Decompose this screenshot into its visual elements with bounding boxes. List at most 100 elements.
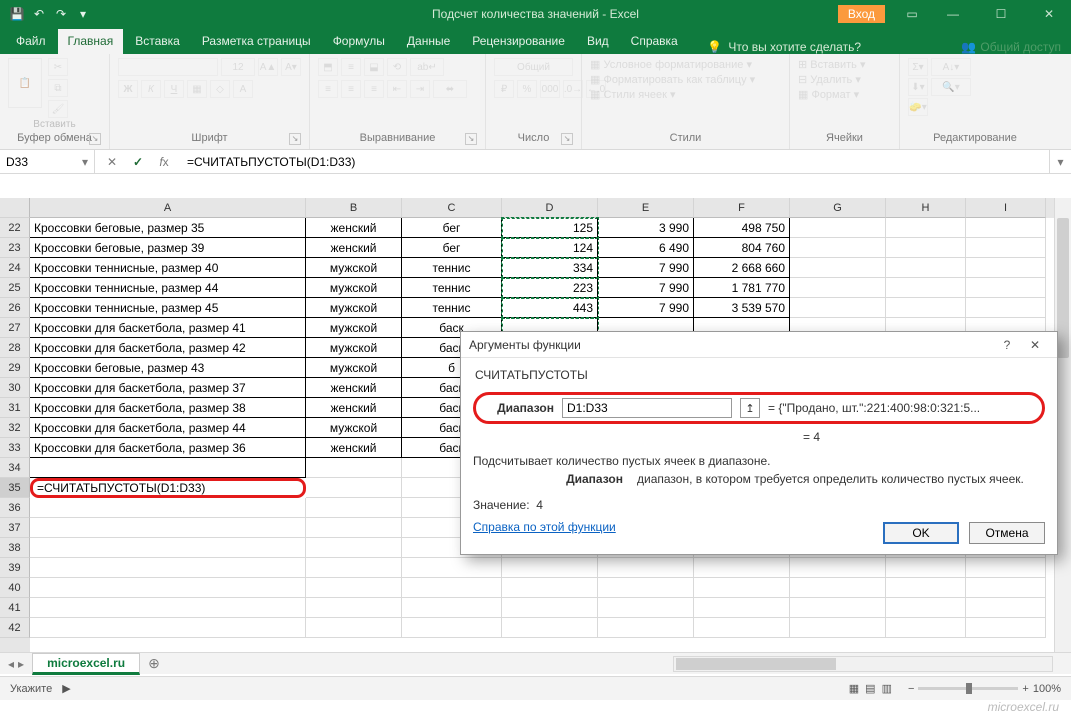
close-button[interactable]: ✕ xyxy=(1027,0,1071,28)
cell[interactable] xyxy=(886,278,966,298)
cell[interactable] xyxy=(966,598,1046,618)
cell[interactable] xyxy=(30,458,306,478)
delete-cells-button[interactable]: ⊟ Удалить ▾ xyxy=(798,73,861,86)
align-top-icon[interactable]: ⬒ xyxy=(318,58,338,76)
formula-input[interactable]: =СЧИТАТЬПУСТОТЫ(D1:D33) xyxy=(181,155,1041,169)
cell[interactable]: 223 xyxy=(502,278,598,298)
cell[interactable] xyxy=(694,618,790,638)
number-format-dropdown[interactable]: Общий xyxy=(494,58,573,76)
row-header[interactable]: 28 xyxy=(0,338,30,358)
cell[interactable] xyxy=(966,578,1046,598)
merge-center-icon[interactable]: ⬌ xyxy=(433,80,467,98)
page-layout-view-icon[interactable]: ▤ xyxy=(865,682,875,695)
collapse-dialog-icon[interactable]: ↥ xyxy=(740,398,760,418)
wrap-text-icon[interactable]: ab↵ xyxy=(410,58,444,76)
tab-formulas[interactable]: Формулы xyxy=(323,29,395,54)
cell[interactable]: теннис xyxy=(402,258,502,278)
cell[interactable]: мужской xyxy=(306,278,402,298)
italic-icon[interactable]: К xyxy=(141,80,161,98)
cell[interactable] xyxy=(30,578,306,598)
row-header[interactable]: 24 xyxy=(0,258,30,278)
active-formula-cell[interactable]: =СЧИТАТЬПУСТОТЫ(D1:D33) xyxy=(30,478,306,498)
cell[interactable] xyxy=(966,238,1046,258)
cell[interactable] xyxy=(790,578,886,598)
column-header[interactable]: C xyxy=(402,198,502,218)
row-header[interactable]: 22 xyxy=(0,218,30,238)
cell[interactable] xyxy=(502,558,598,578)
macro-record-icon[interactable]: ▶ xyxy=(62,682,70,695)
tab-review[interactable]: Рецензирование xyxy=(462,29,575,54)
align-middle-icon[interactable]: ≡ xyxy=(341,58,361,76)
sheet-nav-prev-icon[interactable]: ◂ xyxy=(8,657,14,671)
cell[interactable]: мужской xyxy=(306,338,402,358)
column-header[interactable]: G xyxy=(790,198,886,218)
cell[interactable] xyxy=(306,618,402,638)
cell[interactable]: 3 990 xyxy=(598,218,694,238)
copy-icon[interactable]: ⧉ xyxy=(48,79,68,97)
cell[interactable] xyxy=(790,278,886,298)
column-header[interactable]: E xyxy=(598,198,694,218)
cell[interactable] xyxy=(402,558,502,578)
decrease-indent-icon[interactable]: ⇤ xyxy=(387,80,407,98)
tab-data[interactable]: Данные xyxy=(397,29,460,54)
cell[interactable] xyxy=(30,518,306,538)
font-size-dropdown[interactable]: 12 xyxy=(221,58,255,76)
cell[interactable] xyxy=(502,578,598,598)
cell[interactable]: 334 xyxy=(502,258,598,278)
tab-insert[interactable]: Вставка xyxy=(125,29,190,54)
cell[interactable] xyxy=(886,578,966,598)
row-header[interactable]: 27 xyxy=(0,318,30,338)
cell[interactable]: 7 990 xyxy=(598,298,694,318)
cell[interactable] xyxy=(886,558,966,578)
page-break-view-icon[interactable]: ▥ xyxy=(882,682,892,695)
cell[interactable] xyxy=(402,578,502,598)
cut-icon[interactable]: ✂ xyxy=(48,58,68,76)
cell[interactable]: бег xyxy=(402,238,502,258)
zoom-control[interactable]: − + 100% xyxy=(908,683,1061,695)
sheet-nav-next-icon[interactable]: ▸ xyxy=(18,657,24,671)
expand-formula-bar-icon[interactable]: ▾ xyxy=(1049,150,1071,173)
tab-page-layout[interactable]: Разметка страницы xyxy=(192,29,321,54)
row-header[interactable]: 31 xyxy=(0,398,30,418)
cell[interactable]: Кроссовки для баскетбола, размер 37 xyxy=(30,378,306,398)
cell[interactable] xyxy=(402,598,502,618)
row-header[interactable]: 36 xyxy=(0,498,30,518)
dialog-cancel-button[interactable]: Отмена xyxy=(969,522,1045,544)
cell[interactable]: Кроссовки для баскетбола, размер 38 xyxy=(30,398,306,418)
find-select-icon[interactable]: 🔍▾ xyxy=(931,78,971,96)
cell[interactable] xyxy=(966,558,1046,578)
normal-view-icon[interactable]: ▦ xyxy=(849,682,859,695)
redo-icon[interactable]: ↷ xyxy=(52,5,70,23)
cell-styles-button[interactable]: ▦ Стили ячеек ▾ xyxy=(590,88,676,101)
cell[interactable] xyxy=(694,598,790,618)
cell[interactable] xyxy=(790,218,886,238)
maximize-button[interactable]: ☐ xyxy=(979,0,1023,28)
comma-format-icon[interactable]: 000 xyxy=(540,80,560,98)
increase-font-icon[interactable]: A▲ xyxy=(258,58,278,76)
horizontal-scrollbar[interactable] xyxy=(673,656,1053,672)
borders-icon[interactable]: ▦ xyxy=(187,80,207,98)
cell[interactable]: Кроссовки для баскетбола, размер 36 xyxy=(30,438,306,458)
cell[interactable] xyxy=(886,618,966,638)
cell[interactable] xyxy=(694,578,790,598)
cell[interactable] xyxy=(966,218,1046,238)
fx-icon[interactable]: fx xyxy=(155,155,173,169)
conditional-formatting-button[interactable]: ▦ Условное форматирование ▾ xyxy=(590,58,752,71)
decrease-font-icon[interactable]: A▾ xyxy=(281,58,301,76)
font-color-icon[interactable]: A xyxy=(233,80,253,98)
cell[interactable] xyxy=(694,558,790,578)
cell[interactable] xyxy=(790,238,886,258)
orientation-icon[interactable]: ⟲ xyxy=(387,58,407,76)
dialog-ok-button[interactable]: OK xyxy=(883,522,959,544)
save-icon[interactable]: 💾 xyxy=(8,5,26,23)
column-header[interactable]: F xyxy=(694,198,790,218)
column-header[interactable]: A xyxy=(30,198,306,218)
row-header[interactable]: 41 xyxy=(0,598,30,618)
row-header[interactable]: 33 xyxy=(0,438,30,458)
bold-icon[interactable]: Ж xyxy=(118,80,138,98)
cell[interactable]: теннис xyxy=(402,298,502,318)
tab-file[interactable]: Файл xyxy=(6,29,56,54)
cell[interactable] xyxy=(886,218,966,238)
cell[interactable]: Кроссовки беговые, размер 35 xyxy=(30,218,306,238)
increase-decimal-icon[interactable]: .0→ xyxy=(563,80,583,98)
